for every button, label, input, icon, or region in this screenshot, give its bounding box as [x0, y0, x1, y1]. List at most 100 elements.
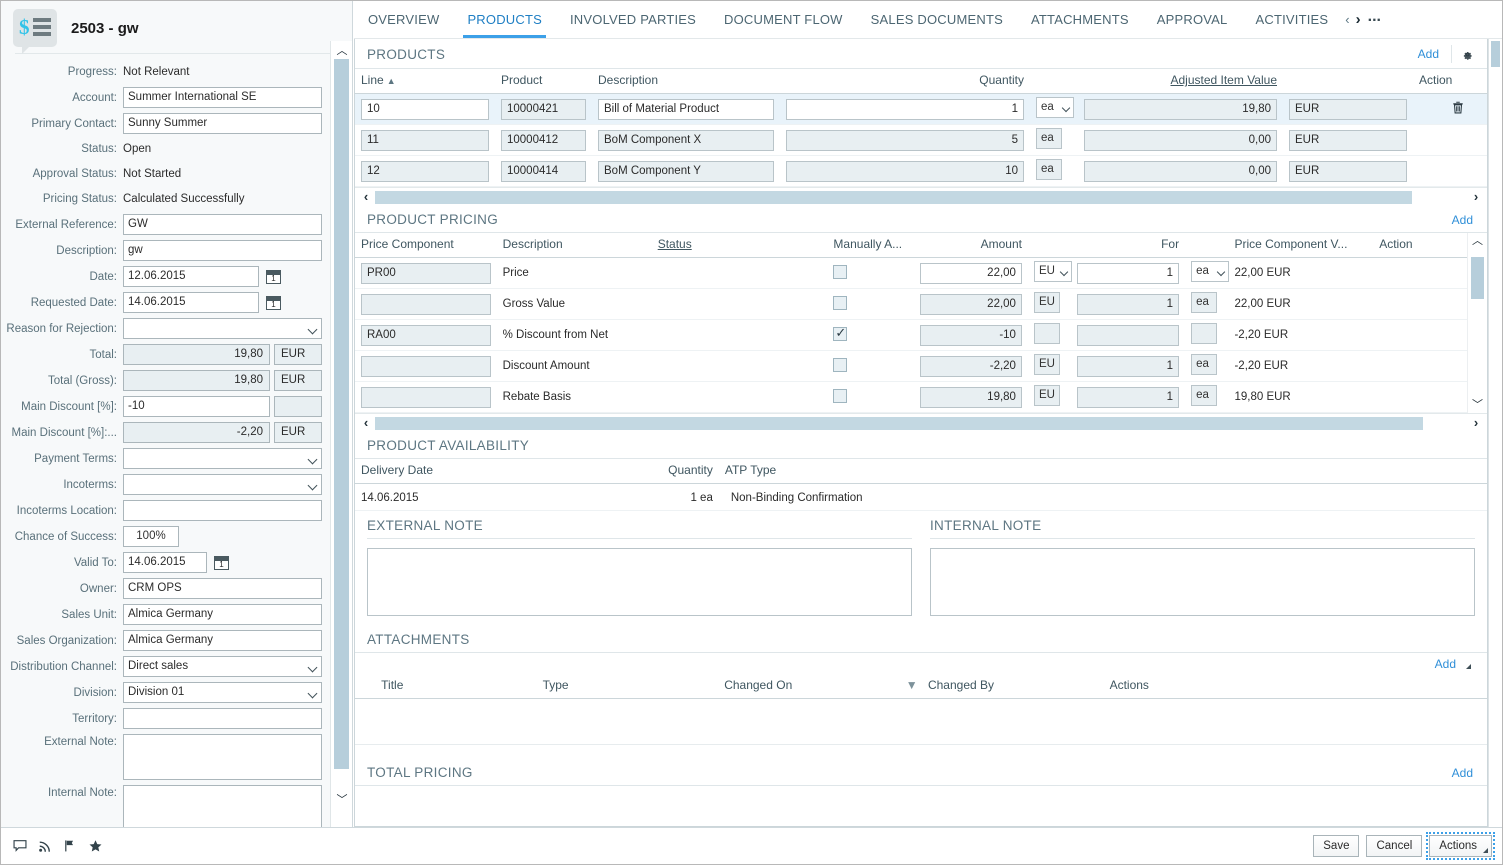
products-col-product[interactable]: Product [495, 69, 592, 94]
input-main-discount[interactable]: -2,20 [123, 422, 270, 443]
pricing-scroll-down-icon[interactable]: ﹀ [1468, 397, 1487, 413]
pricing-add-link[interactable]: Add [1444, 213, 1473, 227]
input-total-gross[interactable]: 19,80 [123, 370, 270, 391]
price-for-uom-select[interactable] [1191, 323, 1218, 344]
input-owner[interactable]: CRM OPS [123, 578, 322, 599]
availability-col-quantity[interactable]: Quantity [638, 459, 719, 484]
tab-scroll-left-icon[interactable]: ‹ [1342, 1, 1352, 38]
input-sales-organization[interactable]: Almica Germany [123, 630, 322, 651]
products-col-quantity[interactable]: Quantity [780, 69, 1030, 94]
gear-icon[interactable] [1451, 45, 1473, 63]
product-line-input[interactable]: 12 [361, 160, 489, 182]
table-row[interactable]: 12 10000414 BoM Component Y 10 ea 0,00 EUR [355, 155, 1487, 187]
price-for-uom-select[interactable]: ea [1191, 385, 1218, 406]
pricing-vertical-scrollbar[interactable]: ︿ ﹀ [1467, 233, 1487, 413]
product-quantity-input[interactable]: 10 [786, 160, 1024, 182]
select-division[interactable]: Division 01 [123, 682, 322, 703]
input-external-reference[interactable]: GW [123, 214, 322, 235]
price-component-input[interactable]: PR00 [361, 262, 491, 284]
attachments-col-title[interactable]: Title [375, 674, 537, 699]
tab-activities[interactable]: ACTIVITIES [1241, 1, 1342, 38]
price-for-quantity-input[interactable]: 1 [1077, 262, 1180, 284]
product-currency-input[interactable]: EUR [1289, 98, 1407, 120]
price-amount-currency-select[interactable]: EU [1033, 292, 1060, 313]
price-amount-input[interactable]: 22,00 [920, 293, 1022, 315]
product-adjusted-value-input[interactable]: 0,00 [1084, 160, 1277, 182]
price-amount-currency-select[interactable] [1033, 323, 1060, 344]
price-for-quantity-input[interactable]: 1 [1077, 386, 1180, 408]
pricing-scroll-up-icon[interactable]: ︿ [1468, 233, 1487, 249]
products-scroll-left-icon[interactable]: ‹ [357, 190, 375, 204]
products-horizontal-scrollbar[interactable]: ‹ › [355, 187, 1487, 206]
sidebar-scroll-up-icon[interactable]: ︿ [331, 41, 352, 58]
products-col-adjusted-item-value[interactable]: Adjusted Item Value [1078, 69, 1283, 94]
input-requested-date[interactable]: 14.06.2015 [123, 292, 259, 313]
internal-note-input[interactable] [930, 548, 1475, 616]
input-account[interactable]: Summer International SE [123, 87, 322, 108]
tab-document-flow[interactable]: DOCUMENT FLOW [710, 1, 857, 38]
manually-adjusted-checkbox[interactable] [833, 325, 848, 341]
input-territory[interactable] [123, 708, 322, 729]
price-component-input[interactable] [361, 355, 491, 377]
feed-icon[interactable] [38, 839, 52, 853]
price-for-quantity-input[interactable] [1077, 324, 1180, 346]
tab-overflow-menu-icon[interactable]: ... [1364, 1, 1389, 38]
pricing-col-amount[interactable]: Amount [914, 233, 1028, 258]
products-col-description[interactable]: Description [592, 69, 780, 94]
price-for-uom-select[interactable]: ea [1191, 354, 1218, 375]
products-col-line[interactable]: Line ▲ [355, 69, 495, 94]
table-row[interactable]: RA00 % Discount from Net -10 -2,20 EUR [355, 319, 1487, 351]
total-pricing-add-link[interactable]: Add [1444, 766, 1473, 780]
pricing-scroll-track-h[interactable] [375, 416, 1467, 430]
attachments-col-changed-by[interactable]: Changed By [921, 674, 1104, 699]
manually-adjusted-checkbox[interactable] [833, 295, 848, 310]
product-description-input[interactable]: BoM Component X [598, 129, 774, 151]
product-currency-input[interactable]: EUR [1289, 129, 1407, 151]
price-for-uom-select[interactable]: ea [1191, 292, 1218, 313]
product-quantity-input[interactable]: 5 [786, 129, 1024, 151]
tab-attachments[interactable]: ATTACHMENTS [1017, 1, 1143, 38]
products-scroll-right-icon[interactable]: › [1467, 190, 1485, 204]
input-sales-unit[interactable]: Almica Germany [123, 604, 322, 625]
input-valid-to[interactable]: 14.06.2015 [123, 552, 207, 573]
save-button[interactable]: Save [1313, 835, 1360, 857]
price-amount-input[interactable]: -2,20 [920, 355, 1022, 377]
pricing-col-price-component-value[interactable]: Price Component V... [1228, 233, 1374, 258]
calendar-icon[interactable] [266, 295, 281, 310]
pricing-col-manually-adjusted[interactable]: Manually A... [827, 233, 915, 258]
input-date[interactable]: 12.06.2015 [123, 266, 259, 287]
sidebar-scroll-down-icon[interactable]: ﹀ [331, 790, 352, 807]
select-reason-for-rejection[interactable] [123, 318, 322, 339]
table-row[interactable]: 10 10000421 Bill of Material Product 1 ea 19,… [355, 93, 1487, 125]
attachments-col-type[interactable]: Type [536, 674, 719, 699]
manually-adjusted-checkbox[interactable] [833, 264, 848, 279]
tab-involved-parties[interactable]: INVOLVED PARTIES [556, 1, 710, 38]
product-uom-select[interactable]: ea [1036, 97, 1074, 118]
price-for-quantity-input[interactable]: 1 [1077, 293, 1180, 315]
tab-overview[interactable]: OVERVIEW [354, 1, 453, 38]
sidebar-scroll-thumb[interactable] [334, 59, 349, 769]
tab-sales-documents[interactable]: SALES DOCUMENTS [857, 1, 1017, 38]
textarea-external-note[interactable] [123, 734, 322, 780]
price-for-uom-select[interactable]: ea [1191, 261, 1230, 282]
attachments-add-link[interactable]: Add [1427, 657, 1466, 671]
pricing-scroll-track[interactable] [1471, 249, 1484, 397]
price-for-quantity-input[interactable]: 1 [1077, 355, 1180, 377]
price-amount-input[interactable]: -10 [920, 324, 1022, 346]
sidebar-scrollbar[interactable]: ︿ ﹀ [330, 41, 352, 829]
product-line-input[interactable]: 10 [361, 98, 489, 120]
pricing-horizontal-scrollbar[interactable]: ‹ › [355, 413, 1487, 432]
tab-scroll-right-icon[interactable]: › [1353, 1, 1364, 38]
price-amount-input[interactable]: 19,80 [920, 386, 1022, 408]
availability-col-atp-type[interactable]: ATP Type [718, 459, 1487, 484]
product-line-input[interactable]: 11 [361, 129, 489, 151]
table-row[interactable]: Discount Amount -2,20 EU 1 ea -2,20 EUR [355, 350, 1487, 382]
products-scroll-track[interactable] [375, 190, 1467, 204]
table-row[interactable]: Gross Value 22,00 EU 1 ea 22,00 EUR [355, 288, 1487, 320]
price-amount-currency-select[interactable]: EU [1033, 261, 1072, 282]
select-incoterms[interactable] [123, 474, 322, 495]
pricing-scroll-thumb[interactable] [1471, 257, 1484, 299]
product-uom-select[interactable]: ea [1036, 159, 1062, 180]
external-note-input[interactable] [367, 548, 912, 616]
table-row[interactable]: 11 10000412 BoM Component X 5 ea 0,00 EUR [355, 124, 1487, 156]
